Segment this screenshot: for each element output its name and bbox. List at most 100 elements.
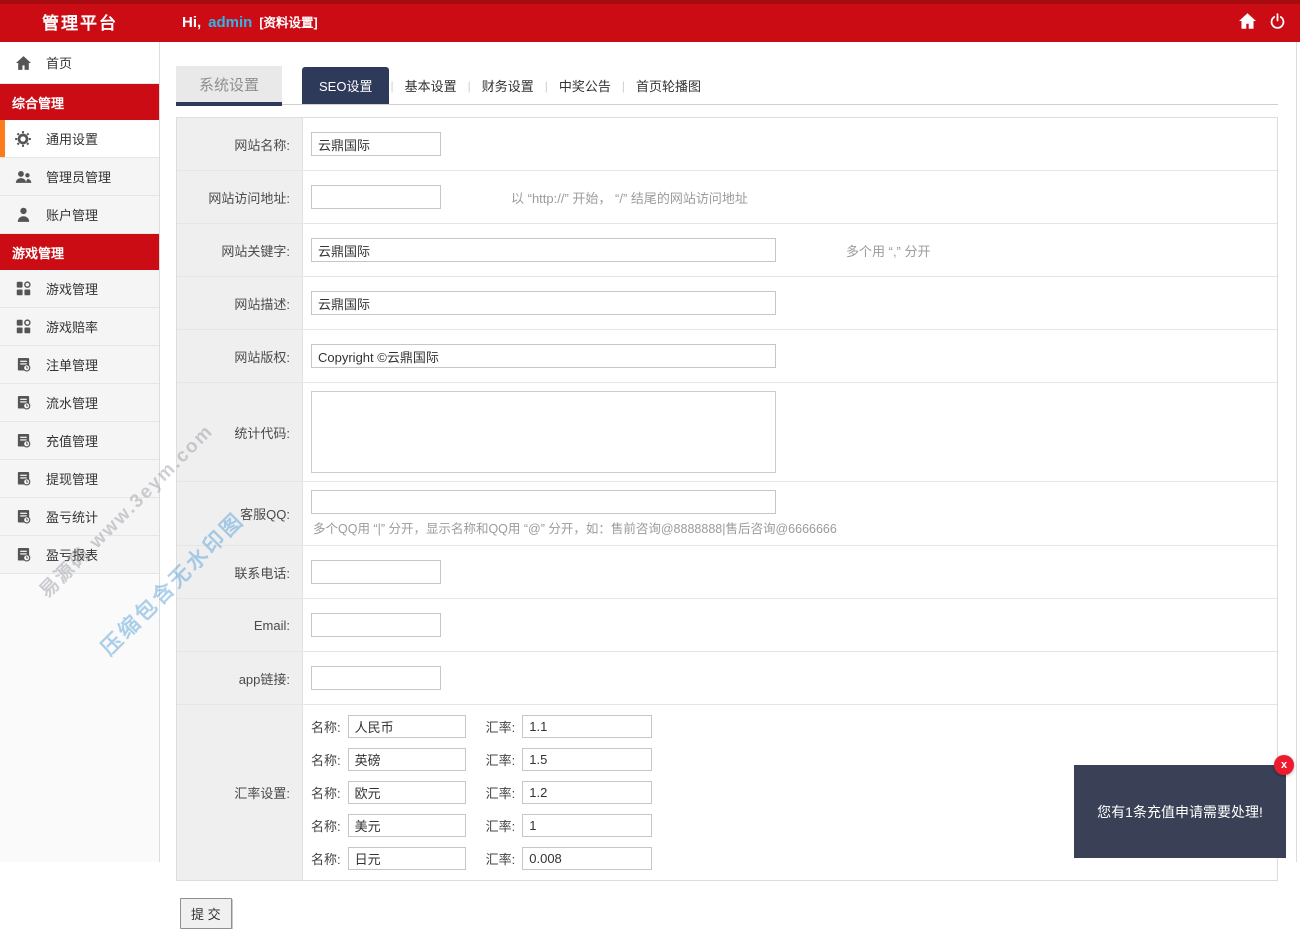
username: admin [208,13,253,31]
grid-icon [0,319,46,334]
gear-icon [0,130,46,147]
rate-name-input-3[interactable] [347,814,466,837]
page-edge-divider [1296,42,1297,862]
rate-value-label: 汇率: [485,852,516,867]
notification: 您有1条充值申请需要处理! x [1074,755,1294,858]
home-icon[interactable] [1239,13,1256,29]
site-url-input[interactable] [311,185,441,209]
rate-value-input-3[interactable] [522,814,653,837]
field-label: 网站描述: [177,277,303,329]
top-bar: 管理平台 Hi, admin [资料设置] [0,0,1300,42]
rate-name-label: 名称: [311,852,341,867]
sidebar-item-label: 注单管理 [46,358,99,373]
submit-button[interactable]: 提 交 [180,898,232,929]
stats-code-textarea[interactable] [311,391,776,473]
sidebar-item-label: 盈亏统计 [46,510,99,525]
rate-value-input-0[interactable] [522,715,653,738]
form-row-contact-phone: 联系电话: [177,546,1277,599]
field-label: 网站版权: [177,330,303,382]
tab-finance[interactable]: 财务设置 [472,70,544,101]
rate-value-label: 汇率: [485,753,516,768]
notification-message: 您有1条充值申请需要处理! [1097,803,1263,820]
sidebar-item-general-settings[interactable]: 通用设置 [0,120,159,158]
sidebar-section-general-management: 综合管理 [0,84,159,120]
report-icon [0,395,46,410]
sidebar-item-profit-statistics[interactable]: 盈亏统计 [0,498,159,536]
sidebar-item-admin-management[interactable]: 管理员管理 [0,158,159,196]
sidebar-item-withdraw-management[interactable]: 提现管理 [0,460,159,498]
field-label: 联系电话: [177,546,303,598]
rate-value-input-2[interactable] [522,781,653,804]
report-icon [0,357,46,372]
site-name-input[interactable] [311,132,441,156]
site-keywords-input[interactable] [311,238,776,262]
user-icon [0,207,46,222]
site-copyright-input[interactable] [311,344,776,368]
sidebar-item-turnover-management[interactable]: 流水管理 [0,384,159,422]
form-row-site-name: 网站名称: [177,118,1277,171]
site-keywords-hint: 多个用 “,” 分开 [846,243,931,259]
tab-winning-announcement[interactable]: 中奖公告 [549,70,621,101]
form-row-email: Email: [177,599,1277,652]
sidebar-item-label: 提现管理 [46,472,99,487]
user-greeting: Hi, admin [资料设置] [182,12,318,31]
notification-close-button[interactable]: x [1274,755,1294,775]
rate-name-input-1[interactable] [347,748,466,771]
tab-basic[interactable]: 基本设置 [395,70,467,101]
rate-row: 名称: 汇率: [311,814,653,837]
field-label: 网站关键字: [177,224,303,276]
rate-name-label: 名称: [311,786,341,801]
report-icon [0,547,46,562]
rate-value-label: 汇率: [485,786,516,801]
rate-name-input-2[interactable] [347,781,466,804]
tab-bar: 系统设置 SEO设置 | 基本设置 | 财务设置 | 中奖公告 | 首页轮播图 [176,66,1278,106]
greeting-prefix: Hi, [182,13,202,31]
tab-divider: | [621,78,626,93]
sidebar-item-game-management[interactable]: 游戏管理 [0,270,159,308]
service-qq-hint: 多个QQ用 “|” 分开，显示名称和QQ用 “@” 分开，如：售前咨询@8888… [313,522,837,536]
form-row-app-link: app链接: [177,652,1277,705]
field-label: 汇率设置: [177,705,303,880]
tab-home-carousel[interactable]: 首页轮播图 [626,70,711,101]
rate-row: 名称: 汇率: [311,781,653,804]
field-label: Email: [177,599,303,651]
service-qq-input[interactable] [311,490,776,514]
sidebar-item-account-management[interactable]: 账户管理 [0,196,159,234]
brand-title: 管理平台 [42,13,118,33]
sidebar-item-bet-management[interactable]: 注单管理 [0,346,159,384]
rate-value-input-4[interactable] [522,847,653,870]
field-label: 网站名称: [177,118,303,170]
tab-divider: | [467,78,471,93]
sidebar-item-label: 首页 [46,56,73,71]
rate-value-label: 汇率: [485,819,516,834]
rate-value-input-1[interactable] [522,748,653,771]
profile-settings-link[interactable]: [资料设置] [259,12,317,31]
rate-name-input-4[interactable] [347,847,466,870]
app-link-input[interactable] [311,666,441,690]
sidebar-item-game-odds[interactable]: 游戏赔率 [0,308,159,346]
rate-name-input-0[interactable] [347,715,466,738]
topbar-actions [1239,12,1286,30]
sidebar: 首页 综合管理 通用设置 管理员管理 账户管理 游戏管理 游戏管理 游戏赔率 注单管理 流水管理充… [0,42,160,862]
submit-area: 提 交 [176,898,1278,929]
rate-row: 名称: 汇率: [311,847,653,870]
rate-name-label: 名称: [311,819,341,834]
sidebar-item-recharge-management[interactable]: 充值管理 [0,422,159,460]
field-label: 客服QQ: [177,482,303,545]
tab-seo[interactable]: SEO设置 [302,67,390,104]
sidebar-item-profit-report[interactable]: 盈亏报表 [0,536,159,574]
tab-divider: | [544,78,548,93]
site-description-input[interactable] [311,291,776,315]
contact-phone-input[interactable] [311,560,441,584]
power-icon[interactable] [1269,12,1286,30]
main-content: 系统设置 SEO设置|基本设置|财务设置|中奖公告|首页轮播图 网站名称: 网站… [161,42,1300,929]
email-input[interactable] [311,613,441,637]
tabs: SEO设置 | 基本设置 | 财务设置 | 中奖公告 | 首页轮播图 [302,67,711,104]
field-label: 统计代码: [177,383,303,481]
rate-value-label: 汇率: [485,720,516,735]
sidebar-item-label: 充值管理 [46,434,99,449]
grid-icon [0,281,46,296]
sidebar-item-home[interactable]: 首页 [0,42,159,84]
form-row-site-copyright: 网站版权: [177,330,1277,383]
report-icon [0,471,46,486]
